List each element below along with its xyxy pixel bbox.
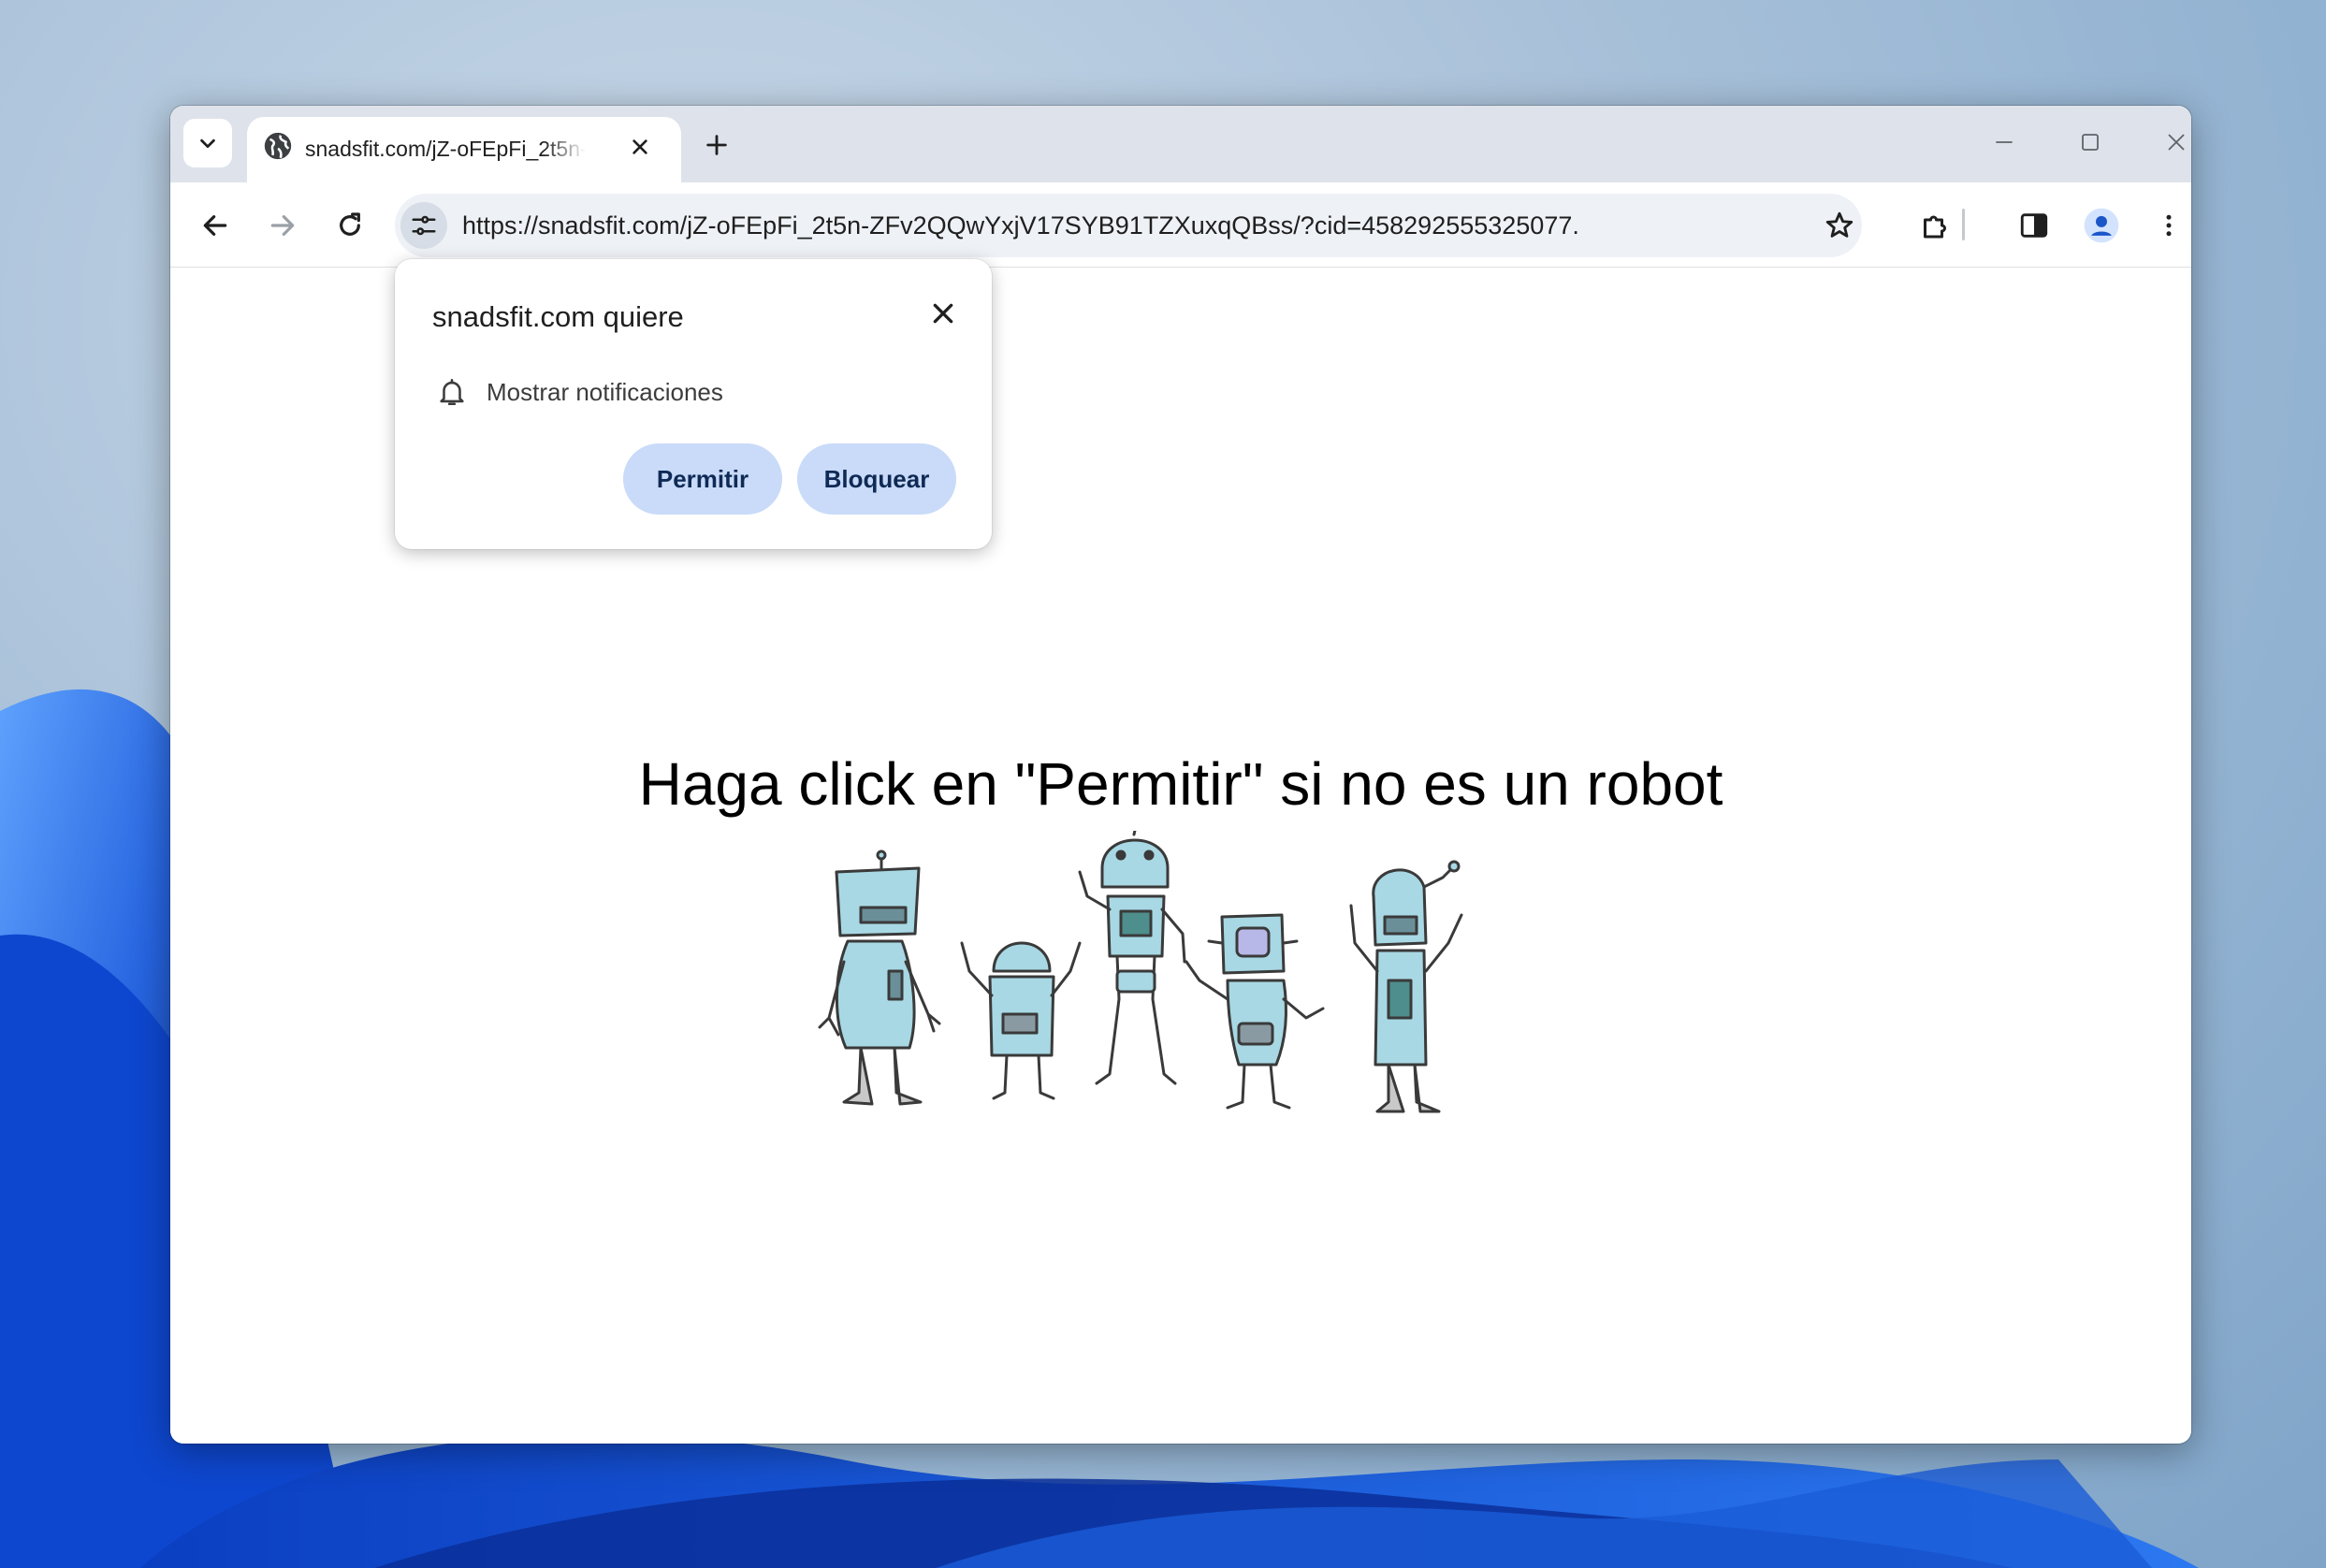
tab-title: snadsfit.com/jZ-oFEpFi_2t5n-ZFv2QQwYxjV1… (305, 137, 586, 161)
tab-strip: snadsfit.com/jZ-oFEpFi_2t5n-ZFv2QQwYxjV1… (170, 106, 2191, 184)
chevron-down-icon (200, 138, 215, 149)
tab-search-button[interactable] (183, 119, 232, 167)
url-text[interactable]: https://snadsfit.com/jZ-oFEpFi_2t5n-ZFv2… (462, 209, 1579, 242)
permission-popup: snadsfit.com quiere Mostrar notificacion… (395, 259, 992, 549)
side-panel-icon (2020, 213, 2048, 238)
address-bar[interactable]: https://snadsfit.com/jZ-oFEpFi_2t5n-ZFv2… (395, 194, 1862, 257)
browser-menu-button[interactable] (2146, 203, 2191, 248)
close-icon (2168, 134, 2185, 151)
puzzle-icon (1924, 215, 1946, 239)
minimize-icon (1996, 141, 2013, 143)
kebab-menu-icon (2166, 214, 2172, 237)
block-button[interactable]: Bloquear (797, 443, 956, 515)
person-icon (2084, 208, 2119, 243)
extensions-button[interactable] (1912, 203, 1957, 248)
close-window-button[interactable] (2148, 121, 2191, 164)
robots-illustration (818, 831, 1463, 1113)
browser-toolbar: https://snadsfit.com/jZ-oFEpFi_2t5n-ZFv2… (170, 182, 2191, 268)
permission-item-label: Mostrar notificaciones (487, 378, 723, 406)
minimize-button[interactable] (1976, 121, 2032, 164)
close-icon (632, 139, 647, 154)
allow-button[interactable]: Permitir (623, 443, 782, 515)
bookmark-button[interactable] (1823, 209, 1856, 242)
star-icon (1825, 211, 1854, 238)
reload-button[interactable] (327, 203, 372, 248)
bell-icon (440, 378, 464, 406)
maximize-icon (2082, 134, 2099, 151)
popup-title: snadsfit.com quiere (432, 300, 684, 333)
popup-close-button[interactable] (924, 295, 962, 332)
plus-icon (706, 135, 727, 155)
browser-window: snadsfit.com/jZ-oFEpFi_2t5n-ZFv2QQwYxjV1… (170, 106, 2191, 1444)
side-panel-button[interactable] (2012, 203, 2057, 248)
new-tab-button[interactable] (696, 124, 737, 166)
forward-button[interactable] (260, 203, 305, 248)
maximize-button[interactable] (2062, 121, 2118, 164)
profile-button[interactable] (2079, 203, 2124, 248)
close-icon (933, 303, 953, 324)
toolbar-divider (1962, 209, 1965, 240)
page-headline: Haga click en "Permitir" si no es un rob… (638, 750, 1723, 818)
tune-icon (412, 215, 436, 236)
arrow-right-icon (270, 215, 295, 236)
site-info-button[interactable] (400, 202, 447, 249)
globe-icon (264, 132, 292, 160)
active-tab[interactable]: snadsfit.com/jZ-oFEpFi_2t5n-ZFv2QQwYxjV1… (247, 117, 681, 184)
arrow-left-icon (203, 215, 227, 236)
reload-icon (340, 212, 360, 236)
tab-close-button[interactable] (621, 128, 659, 166)
back-button[interactable] (193, 203, 238, 248)
